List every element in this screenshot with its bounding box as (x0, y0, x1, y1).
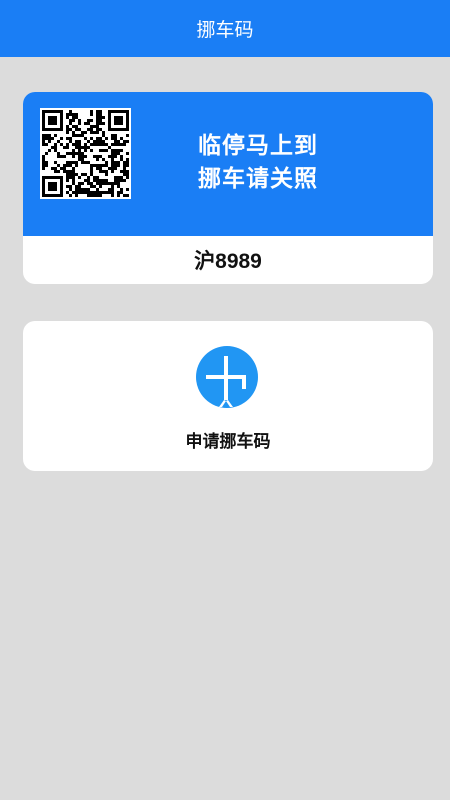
plate-number: 沪8989 (194, 250, 262, 273)
parking-code-card[interactable]: 临停马上到 挪车请关照 沪8989 (23, 92, 433, 284)
qr-code-icon[interactable] (40, 108, 131, 199)
apply-code-label: 申请挪车码 (185, 432, 271, 452)
parking-slogan: 临停马上到 挪车请关照 (188, 130, 328, 196)
slogan-line-1: 临停马上到 (198, 133, 318, 159)
slogan-line-2: 挪车请关照 (198, 166, 318, 192)
plus-circle-icon[interactable] (195, 345, 259, 409)
page-title: 挪车码 (196, 19, 254, 41)
app-header: 挪车码 (0, 0, 450, 57)
parking-code-banner: 临停马上到 挪车请关照 (23, 92, 433, 236)
apply-code-card[interactable]: 申请挪车码 (23, 321, 433, 471)
